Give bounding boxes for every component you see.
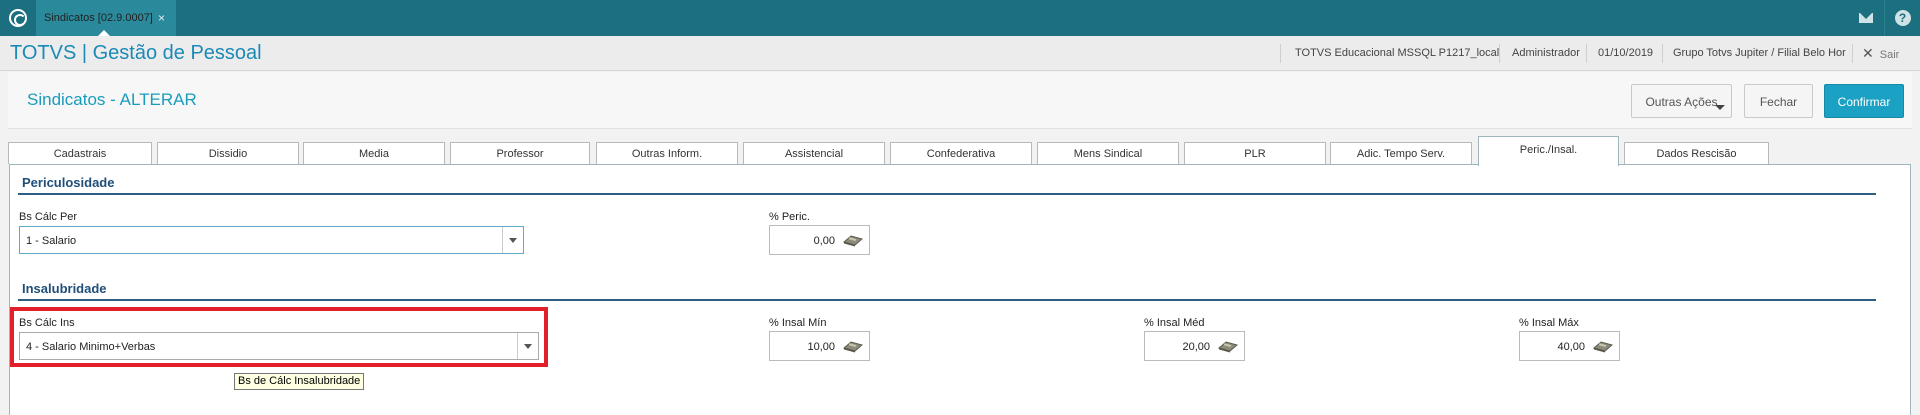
close-icon: ✕: [1862, 45, 1874, 61]
other-actions-button[interactable]: Outras Ações: [1631, 84, 1732, 118]
pct-insal-max-field[interactable]: 40,00: [1519, 331, 1620, 361]
pct-peric-value: 0,00: [813, 235, 835, 247]
pct-insal-min-field[interactable]: 10,00: [769, 331, 870, 361]
pct-insal-min-label: % Insal Mín: [769, 317, 827, 329]
page-title: Sindicatos - ALTERAR: [27, 90, 197, 109]
tab-mens-sindical[interactable]: Mens Sindical: [1037, 142, 1179, 164]
form-header: Sindicatos - ALTERAR Outras Ações Fechar…: [8, 72, 1912, 129]
divider: [1662, 44, 1663, 63]
divider: [1852, 44, 1853, 63]
app-tab-sindicatos[interactable]: Sindicatos [02.9.0007] ×: [36, 0, 176, 36]
tab-professor[interactable]: Professor: [450, 142, 590, 164]
app-header: TOTVS | Gestão de Pessoal TOTVS Educacio…: [0, 36, 1920, 71]
help-button[interactable]: ?: [1884, 0, 1920, 36]
app-tab-label: Sindicatos [02.9.0007]: [44, 12, 153, 24]
divider: [1280, 44, 1281, 63]
date-label: 01/10/2019: [1598, 47, 1654, 59]
bs-calc-per-select[interactable]: 1 - Salario: [19, 226, 524, 254]
other-actions-label: Outras Ações: [1645, 95, 1718, 109]
calculator-icon[interactable]: [843, 340, 863, 353]
mail-button[interactable]: [1848, 0, 1884, 36]
pct-insal-min-value: 10,00: [807, 341, 835, 353]
pct-insal-max-value: 40,00: [1557, 341, 1585, 353]
tab-assistencial[interactable]: Assistencial: [743, 142, 885, 164]
close-tab-icon[interactable]: ×: [158, 11, 165, 25]
tab-outras-inform[interactable]: Outras Inform.: [596, 142, 738, 164]
exit-button[interactable]: ✕ Sair: [1862, 45, 1899, 62]
chevron-down-icon[interactable]: [502, 227, 523, 253]
divider: [1499, 44, 1500, 63]
tab-adic-tempo-serv[interactable]: Adic. Tempo Serv.: [1330, 142, 1472, 164]
highlight-box: [10, 307, 548, 367]
environment-label: TOTVS Educacional MSSQL P1217_local: [1295, 47, 1500, 59]
totvs-logo-icon[interactable]: [9, 9, 27, 27]
pct-peric-field[interactable]: 0,00: [769, 225, 870, 255]
tab-media[interactable]: Media: [303, 142, 445, 164]
section-title-insalubridade: Insalubridade: [22, 281, 107, 296]
pct-insal-med-label: % Insal Méd: [1144, 317, 1205, 329]
pct-insal-med-field[interactable]: 20,00: [1144, 331, 1245, 361]
divider: [1586, 44, 1587, 63]
branch-label: Grupo Totvs Jupiter / Filial Belo Hor: [1673, 47, 1846, 59]
tab-confederativa[interactable]: Confederativa: [890, 142, 1032, 164]
tab-peric-insal[interactable]: Peric./Insal.: [1478, 136, 1619, 166]
top-bar: Sindicatos [02.9.0007] × ?: [0, 0, 1920, 36]
app-title: TOTVS | Gestão de Pessoal: [10, 42, 262, 64]
tab-plr[interactable]: PLR: [1184, 142, 1326, 164]
calculator-icon[interactable]: [1593, 340, 1613, 353]
calculator-icon[interactable]: [1218, 340, 1238, 353]
tab-cadastrais[interactable]: Cadastrais: [8, 142, 152, 164]
bs-calc-per-label: Bs Cálc Per: [19, 211, 78, 223]
section-divider: [18, 193, 1876, 195]
pct-insal-med-value: 20,00: [1182, 341, 1210, 353]
section-title-periculosidade: Periculosidade: [22, 175, 115, 190]
tab-dados-rescisao[interactable]: Dados Rescisão: [1624, 142, 1769, 164]
section-divider: [18, 299, 1876, 301]
bs-calc-per-value: 1 - Salario: [26, 235, 77, 247]
tooltip: Bs de Cálc Insalubridade: [234, 373, 365, 390]
user-label: Administrador: [1512, 47, 1580, 59]
exit-label: Sair: [1879, 49, 1900, 61]
pct-insal-max-label: % Insal Máx: [1519, 317, 1579, 329]
chevron-down-icon: [1715, 105, 1725, 110]
pct-peric-label: % Peric.: [769, 211, 810, 223]
mail-icon: [1859, 13, 1873, 23]
calculator-icon[interactable]: [843, 234, 863, 247]
help-icon: ?: [1894, 10, 1911, 26]
close-button[interactable]: Fechar: [1744, 84, 1813, 118]
confirm-button[interactable]: Confirmar: [1824, 84, 1904, 118]
tab-dissidio[interactable]: Dissidio: [157, 142, 299, 164]
